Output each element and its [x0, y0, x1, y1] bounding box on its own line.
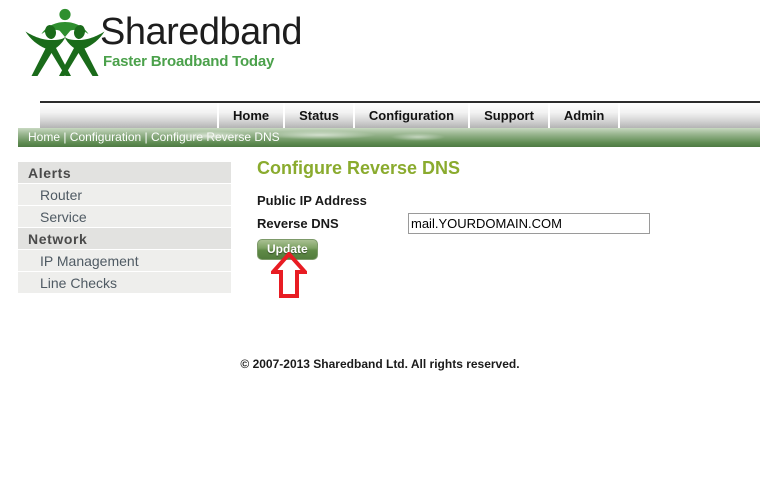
main-navigation: Home Status Configuration Support Admin: [40, 101, 760, 128]
nav-item-status[interactable]: Status: [285, 103, 355, 128]
brand-tagline: Faster Broadband Today: [103, 53, 275, 70]
reverse-dns-input[interactable]: [408, 212, 650, 234]
breadcrumb-redaction: [170, 129, 450, 144]
page-title: Configure Reverse DNS: [257, 158, 461, 178]
nav-item-configuration[interactable]: Configuration: [355, 103, 471, 128]
sidebar-item-router[interactable]: Router: [18, 184, 231, 206]
reverse-dns-label: Reverse DNS: [257, 215, 339, 231]
sidebar-item-line-checks[interactable]: Line Checks: [18, 272, 231, 294]
main-content: Configure Reverse DNS Public IP Address …: [257, 158, 747, 260]
reverse-dns-row: Reverse DNS: [257, 212, 747, 234]
site-header: Sharedband Faster Broadband Today: [0, 0, 760, 96]
sidebar-group-alerts: Alerts: [18, 162, 231, 184]
brand-wordmark: Sharedband: [100, 11, 303, 53]
sidebar-group-network: Network: [18, 228, 231, 250]
nav-item-support[interactable]: Support: [470, 103, 550, 128]
sidebar-item-service[interactable]: Service: [18, 206, 231, 228]
nav-right-spacer: [620, 103, 760, 128]
red-up-arrow-icon: [268, 250, 310, 298]
nav-item-admin[interactable]: Admin: [550, 103, 621, 128]
three-people-logo-icon: [24, 6, 106, 78]
sidebar-item-ip-management[interactable]: IP Management: [18, 250, 231, 272]
public-ip-row: Public IP Address: [257, 189, 747, 211]
nav-item-home[interactable]: Home: [219, 103, 286, 128]
public-ip-label: Public IP Address: [257, 192, 367, 208]
breadcrumb: Home | Configuration | Configure Reverse…: [18, 128, 760, 147]
nav-left-spacer: [40, 103, 219, 128]
sidebar: Alerts Router Service Network IP Managem…: [18, 162, 231, 294]
footer-copyright: © 2007-2013 Sharedband Ltd. All rights r…: [240, 357, 520, 371]
